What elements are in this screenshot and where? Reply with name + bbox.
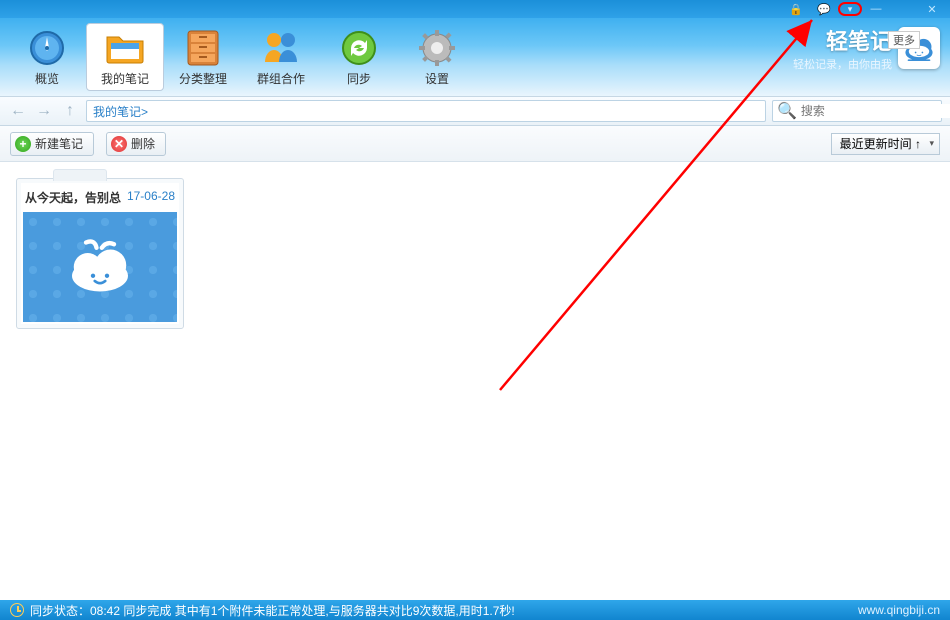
delete-button[interactable]: ✕ 删除 xyxy=(106,132,166,156)
lock-icon[interactable]: 🔒 xyxy=(782,2,810,16)
search-box[interactable]: 🔍 xyxy=(772,100,942,122)
minimize-button[interactable]: — xyxy=(862,2,890,16)
toolbar-label: 同步 xyxy=(347,70,371,87)
toolbar-sync[interactable]: 同步 xyxy=(320,23,398,91)
toolbar-label: 分类整理 xyxy=(179,70,227,87)
clock-icon xyxy=(10,603,24,617)
new-note-button[interactable]: + 新建笔记 xyxy=(10,132,94,156)
brand-title: 轻笔记 xyxy=(793,24,892,56)
nav-row: ← → ↑ 我的笔记> 🔍 xyxy=(0,96,950,126)
note-date: 17-06-28 xyxy=(127,189,175,206)
gear-icon xyxy=(417,28,457,68)
maximize-button[interactable] xyxy=(890,2,918,16)
toolbar-overview[interactable]: 概览 xyxy=(8,23,86,91)
sync-icon xyxy=(339,28,379,68)
toolbar-label: 设置 xyxy=(425,70,449,87)
back-button[interactable]: ← xyxy=(8,101,28,121)
compass-icon xyxy=(27,28,67,68)
up-button[interactable]: ↑ xyxy=(60,101,80,121)
content-area: 从今天起，告别总 17-06-28 xyxy=(0,162,950,600)
main-toolbar: 概览 我的笔记 分类整理 群组合作 同步 设置 轻笔记 轻松记录，由你由我 xyxy=(0,18,950,96)
sort-dropdown[interactable]: 最近更新时间 ↑ xyxy=(831,133,940,155)
brand-logo: 更多 xyxy=(898,27,940,69)
toolbar-category[interactable]: 分类整理 xyxy=(164,23,242,91)
status-url[interactable]: www.qingbiji.cn xyxy=(858,603,940,617)
toolbar-label: 我的笔记 xyxy=(101,70,149,87)
action-row: + 新建笔记 ✕ 删除 最近更新时间 ↑ xyxy=(0,126,950,162)
titlebar: 🔒 💬 ▾ — ✕ xyxy=(0,0,950,18)
toolbar-group[interactable]: 群组合作 xyxy=(242,23,320,91)
cabinet-icon xyxy=(183,28,223,68)
delete-icon: ✕ xyxy=(111,136,127,152)
close-button[interactable]: ✕ xyxy=(918,2,946,16)
note-tab-icon xyxy=(53,169,107,181)
new-note-label: 新建笔记 xyxy=(35,135,83,152)
brand-subtitle: 轻松记录，由你由我 xyxy=(793,56,892,72)
folder-icon xyxy=(105,28,145,68)
plus-icon: + xyxy=(15,136,31,152)
dropdown-menu-button[interactable]: ▾ xyxy=(838,2,862,16)
chevron-down-icon: ▾ xyxy=(848,4,853,15)
more-badge[interactable]: 更多 xyxy=(888,31,920,49)
chat-icon[interactable]: 💬 xyxy=(810,2,838,16)
search-icon: 🔍 xyxy=(777,101,797,121)
toolbar-label: 群组合作 xyxy=(257,70,305,87)
breadcrumb[interactable]: 我的笔记> xyxy=(86,100,766,122)
search-input[interactable] xyxy=(801,104,950,118)
forward-button[interactable]: → xyxy=(34,101,54,121)
note-card[interactable]: 从今天起，告别总 17-06-28 xyxy=(16,178,184,329)
note-title: 从今天起，告别总 xyxy=(25,189,121,206)
people-icon xyxy=(261,28,301,68)
toolbar-label: 概览 xyxy=(35,70,59,87)
delete-label: 删除 xyxy=(131,135,155,152)
toolbar-settings[interactable]: 设置 xyxy=(398,23,476,91)
brand-area: 轻笔记 轻松记录，由你由我 更多 xyxy=(793,24,940,72)
note-thumbnail xyxy=(23,212,177,322)
status-text: 同步状态：08:42 同步完成 其中有1个附件未能正常处理,与服务器共对比9次数… xyxy=(30,602,515,619)
toolbar-mynotes[interactable]: 我的笔记 xyxy=(86,23,164,91)
sort-label: 最近更新时间 ↑ xyxy=(840,135,921,152)
statusbar: 同步状态：08:42 同步完成 其中有1个附件未能正常处理,与服务器共对比9次数… xyxy=(0,600,950,620)
